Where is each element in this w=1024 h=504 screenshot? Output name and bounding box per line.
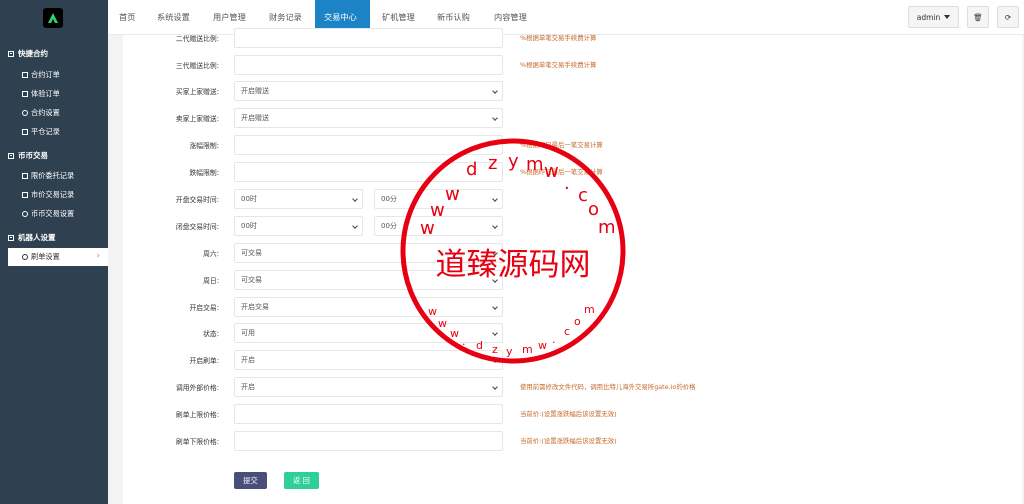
list-icon bbox=[22, 192, 28, 198]
sidebar-item-trial-orders[interactable]: 体验订单 bbox=[22, 89, 60, 99]
sidebar-item-brush-settings[interactable]: 刷单设置 › bbox=[8, 248, 108, 266]
saturday-select[interactable]: 可交易 bbox=[234, 243, 503, 263]
sidebar-item-contract-settings[interactable]: 合约设置 bbox=[22, 108, 60, 118]
submit-button[interactable]: 提交 bbox=[234, 472, 267, 489]
chevron-down-icon bbox=[492, 223, 498, 229]
chevron-down-icon bbox=[492, 357, 498, 363]
buyer-gift-select[interactable]: 开启赠送 bbox=[234, 81, 503, 101]
chevron-down-icon bbox=[492, 330, 498, 336]
sidebar-item-close-records[interactable]: 平仓记录 bbox=[22, 127, 60, 137]
close-hour-select[interactable]: 00时 bbox=[234, 216, 363, 236]
status-select[interactable]: 可用 bbox=[234, 323, 503, 343]
chevron-down-icon bbox=[492, 384, 498, 390]
trash-button[interactable]: 🗑 bbox=[967, 6, 989, 28]
open-hour-select[interactable]: 00时 bbox=[234, 189, 363, 209]
level3-ratio-input[interactable] bbox=[234, 55, 503, 75]
chevron-right-icon: › bbox=[96, 251, 100, 261]
list-icon bbox=[22, 173, 28, 179]
chevron-down-icon bbox=[492, 115, 498, 121]
external-price-select[interactable]: 开启 bbox=[234, 377, 503, 397]
gear-icon bbox=[22, 211, 28, 217]
gear-icon bbox=[22, 254, 28, 260]
brush-upper-price-input[interactable] bbox=[234, 404, 503, 424]
chevron-down-icon bbox=[492, 196, 498, 202]
chevron-down-icon bbox=[492, 250, 498, 256]
open-minute-select[interactable]: 00分 bbox=[374, 189, 503, 209]
admin-dropdown[interactable]: admin bbox=[908, 6, 959, 28]
collapse-icon bbox=[8, 50, 14, 57]
fall-limit-input[interactable] bbox=[234, 162, 503, 182]
sunday-select[interactable]: 可交易 bbox=[234, 270, 503, 290]
level2-ratio-input[interactable] bbox=[234, 28, 503, 48]
brush-lower-price-input[interactable] bbox=[234, 431, 503, 451]
refresh-button[interactable]: ⟳ bbox=[997, 6, 1019, 28]
sidebar-item-limit-orders[interactable]: 限价委托记录 bbox=[22, 171, 74, 181]
collapse-icon bbox=[8, 234, 14, 241]
chevron-down-icon bbox=[352, 223, 358, 229]
sidebar-group-spot[interactable]: 币币交易 bbox=[8, 150, 48, 161]
list-icon bbox=[22, 72, 28, 78]
list-icon bbox=[22, 129, 28, 135]
refresh-icon: ⟳ bbox=[1004, 12, 1012, 22]
collapse-icon bbox=[8, 152, 14, 159]
nav-home[interactable]: 首页 bbox=[110, 0, 144, 35]
sidebar-item-spot-settings[interactable]: 币币交易设置 bbox=[22, 209, 74, 219]
sidebar-item-market-records[interactable]: 市价交易记录 bbox=[22, 190, 74, 200]
close-minute-select[interactable]: 00分 bbox=[374, 216, 503, 236]
gear-icon bbox=[22, 110, 28, 116]
chevron-down-icon bbox=[352, 196, 358, 202]
back-button[interactable]: 返 回 bbox=[284, 472, 319, 489]
sidebar: 快捷合约 合约订单 体验订单 合约设置 平仓记录 币币交易 限价委托记录 市价交… bbox=[0, 0, 108, 504]
sidebar-group-robot[interactable]: 机器人设置 bbox=[8, 232, 56, 243]
enable-trade-select[interactable]: 开启交易 bbox=[234, 297, 503, 317]
chevron-down-icon bbox=[492, 277, 498, 283]
list-icon bbox=[22, 91, 28, 97]
chevron-down-icon bbox=[492, 88, 498, 94]
logo[interactable] bbox=[43, 8, 63, 28]
sidebar-item-contract-orders[interactable]: 合约订单 bbox=[22, 70, 60, 80]
nav-system-settings[interactable]: 系统设置 bbox=[148, 0, 199, 35]
rise-limit-input[interactable] bbox=[234, 135, 503, 155]
sidebar-group-contract[interactable]: 快捷合约 bbox=[8, 48, 48, 59]
enable-brush-select[interactable]: 开启 bbox=[234, 350, 503, 370]
chevron-down-icon bbox=[492, 304, 498, 310]
trash-icon: 🗑 bbox=[973, 12, 983, 22]
caret-down-icon bbox=[944, 15, 951, 19]
seller-gift-select[interactable]: 开启赠送 bbox=[234, 108, 503, 128]
